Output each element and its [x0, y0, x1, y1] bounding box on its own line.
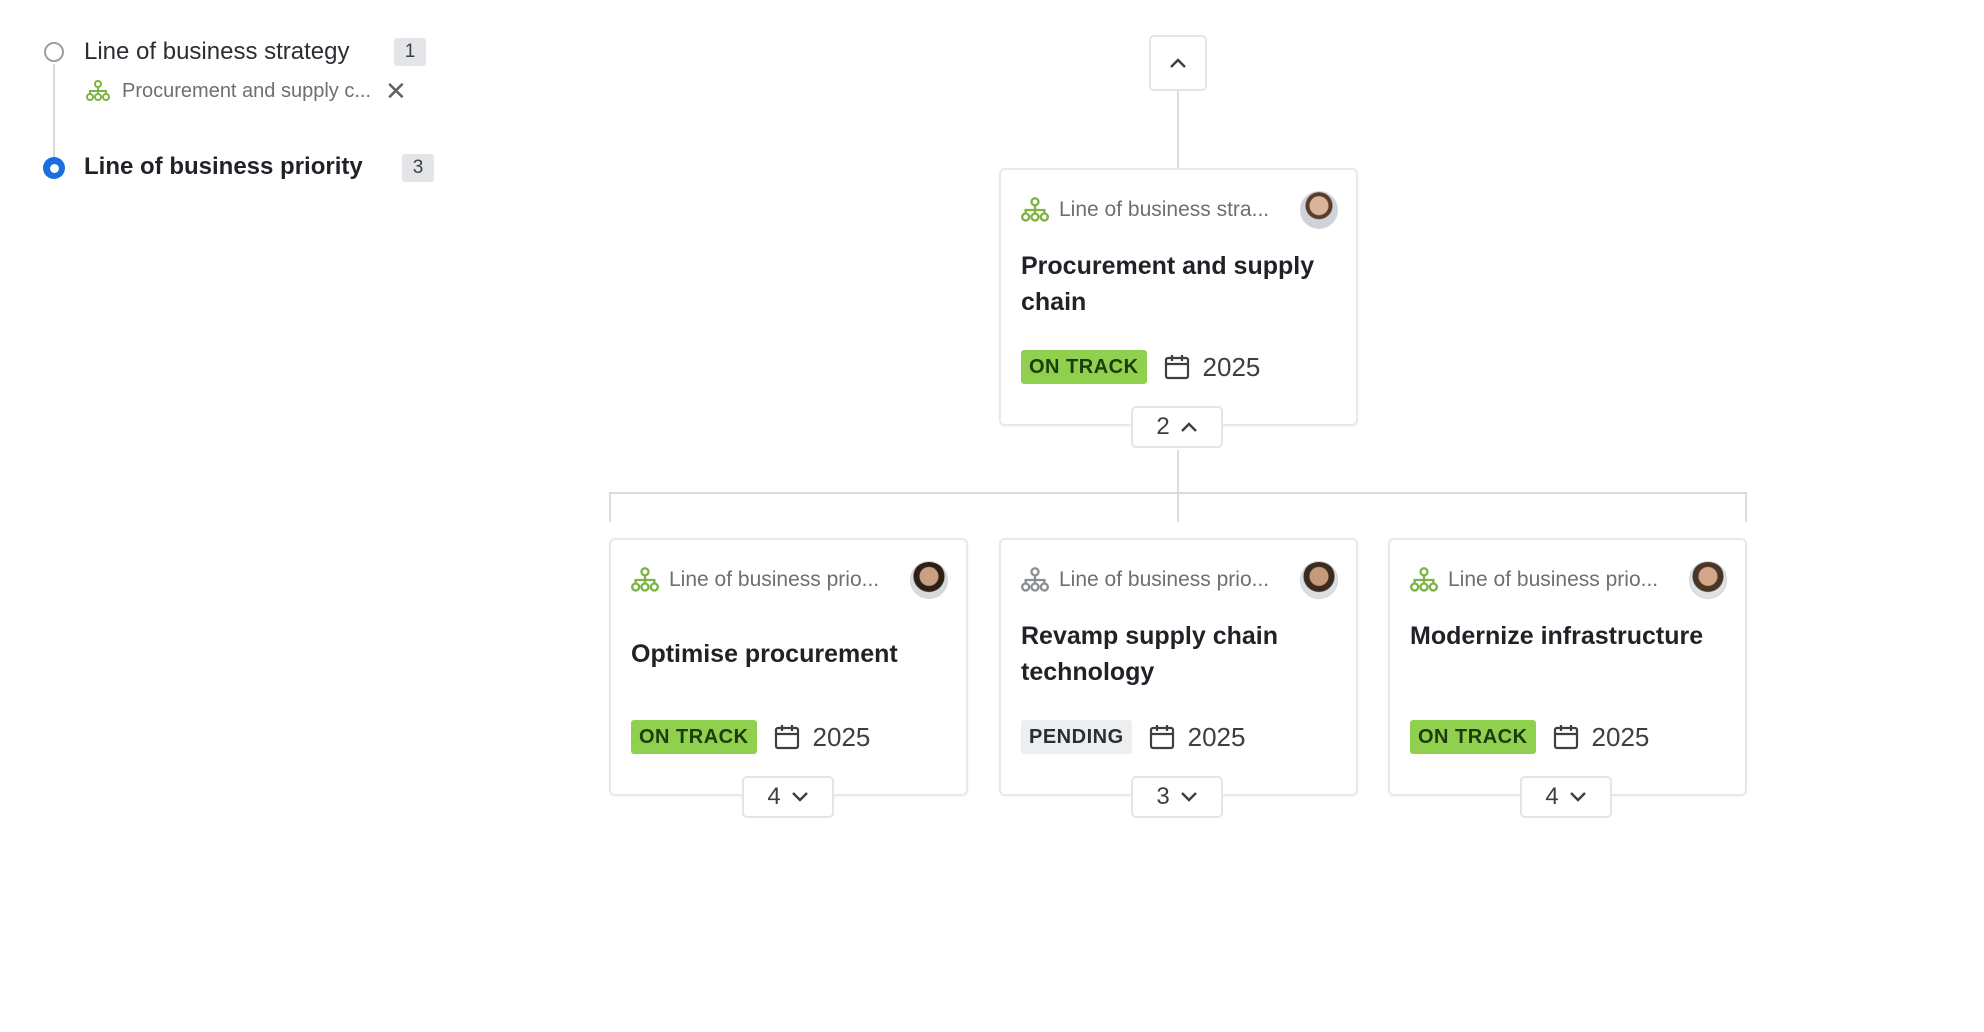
card-year: 2025 — [1187, 721, 1246, 752]
children-count: 4 — [767, 783, 781, 810]
card-title[interactable]: Optimise procurement — [631, 636, 948, 672]
hierarchy-icon — [631, 567, 659, 592]
owner-avatar[interactable] — [910, 561, 948, 599]
owner-avatar[interactable] — [1300, 561, 1338, 599]
card-title[interactable]: Procurement and supply chain — [1021, 248, 1338, 320]
card-type-label: Line of business stra... — [1059, 198, 1270, 221]
status-badge: ON TRACK — [1021, 350, 1147, 384]
tree-connector-right — [1745, 492, 1747, 522]
calendar-icon — [1149, 725, 1174, 750]
level-radio-strategy[interactable] — [44, 42, 64, 62]
hierarchy-icon — [1021, 197, 1049, 222]
chevron-up-icon — [1180, 422, 1197, 432]
status-badge: ON TRACK — [1410, 720, 1536, 754]
card-title[interactable]: Modernize infrastructure — [1410, 618, 1727, 654]
owner-avatar[interactable] — [1300, 191, 1338, 229]
card-footer: ON TRACK 2025 — [1021, 350, 1260, 384]
status-badge: PENDING — [1021, 720, 1132, 754]
hierarchy-icon — [1410, 567, 1438, 592]
tree-connector-left — [609, 492, 611, 522]
tree-connector-middle — [1177, 492, 1179, 522]
chevron-up-icon — [1170, 58, 1186, 68]
expand-children-button[interactable]: 4 — [742, 776, 834, 818]
tree-connector-root — [1177, 450, 1179, 492]
level-label-priority[interactable]: Line of business priority — [84, 153, 363, 181]
children-count: 2 — [1156, 413, 1170, 440]
chevron-down-icon — [1180, 792, 1197, 802]
child-card[interactable]: Line of business prio... Optimise procur… — [609, 538, 968, 796]
child-card[interactable]: Line of business prio... Revamp supply c… — [999, 538, 1358, 796]
card-year: 2025 — [812, 721, 871, 752]
root-card[interactable]: Line of business stra... Procurement and… — [999, 168, 1358, 426]
calendar-icon — [1553, 725, 1578, 750]
card-type-label: Line of business prio... — [669, 568, 880, 591]
chevron-down-icon — [1569, 792, 1586, 802]
calendar-icon — [774, 725, 799, 750]
navigate-up-button[interactable] — [1149, 35, 1207, 91]
card-header: Line of business prio... — [1410, 561, 1727, 599]
level-count-priority: 3 — [402, 154, 434, 182]
level-label-strategy[interactable]: Line of business strategy — [84, 38, 350, 66]
children-count: 3 — [1156, 783, 1170, 810]
card-year: 2025 — [1591, 721, 1650, 752]
hierarchy-icon — [1021, 567, 1049, 592]
children-count: 4 — [1545, 783, 1559, 810]
owner-avatar[interactable] — [1689, 561, 1727, 599]
child-card[interactable]: Line of business prio... Modernize infra… — [1388, 538, 1747, 796]
card-header: Line of business prio... — [631, 561, 948, 599]
card-footer: ON TRACK 2025 — [631, 720, 870, 754]
applied-filter-chip: Procurement and supply c... ✕ — [86, 78, 407, 104]
card-title[interactable]: Revamp supply chain technology — [1021, 618, 1338, 690]
status-badge: ON TRACK — [631, 720, 757, 754]
chevron-down-icon — [791, 792, 808, 802]
level-connector — [53, 64, 55, 164]
level-count-strategy: 1 — [394, 38, 426, 66]
card-footer: PENDING 2025 — [1021, 720, 1245, 754]
card-footer: ON TRACK 2025 — [1410, 720, 1649, 754]
applied-filter-label: Procurement and supply c... — [122, 79, 372, 102]
card-year: 2025 — [1202, 351, 1261, 382]
card-header: Line of business prio... — [1021, 561, 1338, 599]
remove-filter-close-icon[interactable]: ✕ — [385, 78, 407, 104]
collapse-children-button[interactable]: 2 — [1131, 406, 1223, 448]
expand-children-button[interactable]: 3 — [1131, 776, 1223, 818]
tree-connector-top — [1177, 90, 1179, 170]
card-header: Line of business stra... — [1021, 191, 1338, 229]
card-type-label: Line of business prio... — [1448, 568, 1659, 591]
calendar-icon — [1164, 355, 1189, 380]
card-type-label: Line of business prio... — [1059, 568, 1270, 591]
hierarchy-icon — [86, 80, 110, 101]
expand-children-button[interactable]: 4 — [1520, 776, 1612, 818]
level-radio-priority[interactable] — [43, 157, 65, 179]
